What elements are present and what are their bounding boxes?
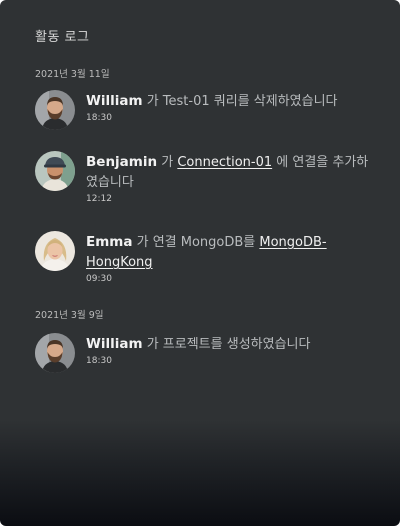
date-heading: 2021년 3월 9일 [35, 310, 104, 321]
activity-text: 가 [157, 155, 178, 170]
connection-link[interactable]: Connection-01 [177, 155, 272, 170]
activity-time: 18:30 [86, 113, 112, 123]
avatar[interactable] [35, 90, 75, 130]
activity-message: William 가 프로젝트를 생성하였습니다 [86, 334, 376, 355]
panel-title: 활동 로그 [35, 30, 90, 45]
user-name[interactable]: William [86, 93, 143, 109]
activity-time: 09:30 [86, 274, 112, 284]
activity-time: 18:30 [86, 356, 112, 366]
avatar-bearded-man-icon [35, 333, 75, 373]
activity-text: 가 프로젝트를 생성하였습니다 [142, 337, 311, 352]
activity-text: 가 Test-01 쿼리를 삭제하였습니다 [142, 94, 338, 109]
user-name[interactable]: William [86, 336, 143, 352]
avatar[interactable] [35, 333, 75, 373]
activity-message: Emma 가 연결 MongoDB를 MongoDB-HongKong [86, 232, 376, 273]
avatar-bearded-man-icon [35, 90, 75, 130]
user-name[interactable]: Emma [86, 234, 132, 250]
avatar[interactable] [35, 231, 75, 271]
avatar-man-cap-icon [35, 151, 75, 191]
activity-log-panel: 활동 로그 2021년 3월 11일 William 가 Test-01 쿼리를… [0, 0, 400, 526]
avatar-blonde-woman-icon [35, 231, 75, 271]
activity-text: 가 연결 MongoDB를 [132, 235, 260, 250]
activity-message: William 가 Test-01 쿼리를 삭제하였습니다 [86, 91, 376, 112]
user-name[interactable]: Benjamin [86, 154, 157, 170]
activity-message: Benjamin 가 Connection-01 에 연결을 추가하였습니다 [86, 152, 376, 193]
activity-time: 12:12 [86, 194, 112, 204]
avatar[interactable] [35, 151, 75, 191]
date-heading: 2021년 3월 11일 [35, 69, 110, 80]
